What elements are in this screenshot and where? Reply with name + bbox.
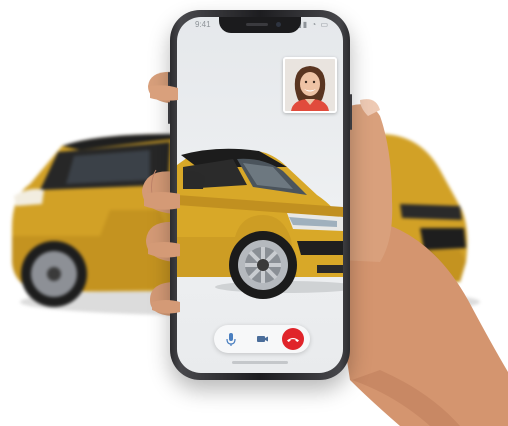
- scene: 9:41 ▮▮▮ ◔ ▭: [0, 0, 508, 426]
- fingertips: [144, 85, 180, 314]
